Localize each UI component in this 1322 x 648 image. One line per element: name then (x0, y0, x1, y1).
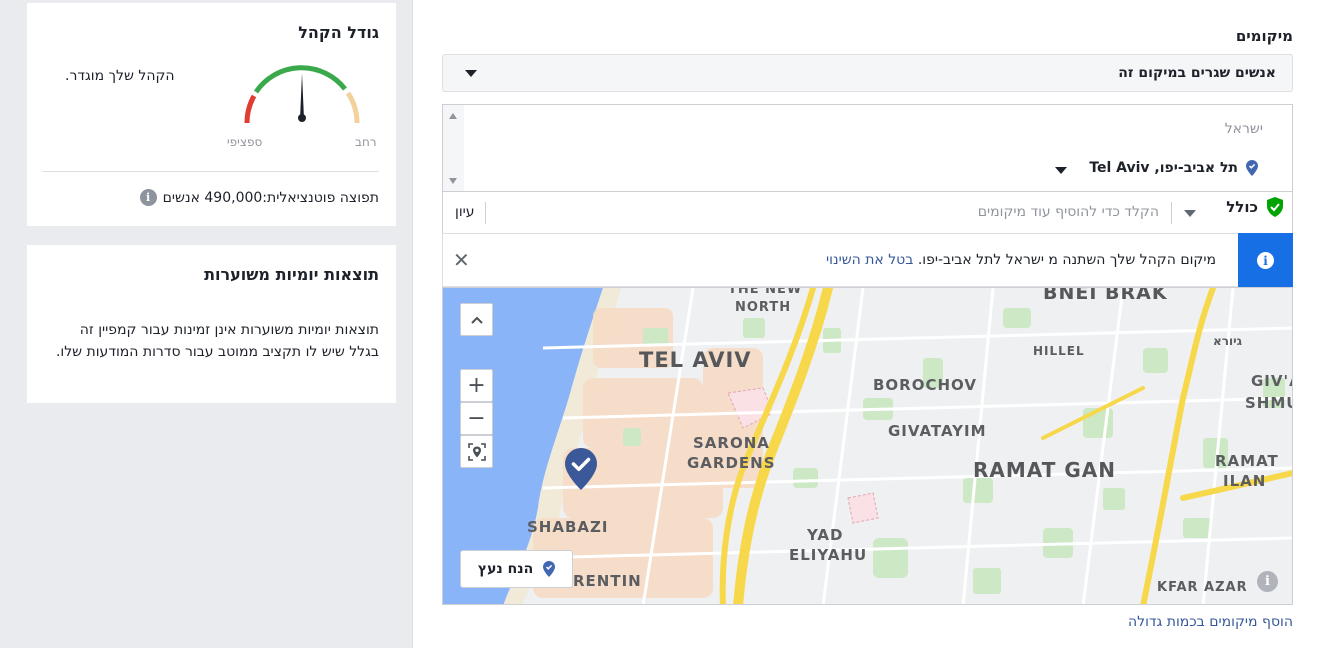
locations-title: מיקומים (1235, 27, 1293, 45)
separator (485, 202, 486, 224)
map-label: RENTIN (573, 572, 642, 590)
browse-button[interactable]: עיון (455, 204, 475, 220)
map-label: NORTH (735, 300, 792, 315)
notice-message: מיקום הקהל שלך השתנה מ ישראל לתל אביב-יפ… (917, 252, 1216, 268)
add-location-input[interactable]: הקלד כדי להוסיף עוד מיקומים (978, 204, 1159, 220)
info-icon[interactable]: i (1257, 571, 1278, 592)
undo-change-link[interactable]: בטל את השינוי (826, 252, 913, 268)
chevron-up-icon (470, 316, 483, 324)
map-label: GIVATAYIM (888, 422, 987, 440)
close-icon[interactable]: ✕ (453, 248, 470, 272)
zoom-out-button[interactable]: − (460, 402, 493, 435)
notice-text: מיקום הקהל שלך השתנה מ ישראל לתל אביב-יפ… (826, 252, 1216, 268)
audience-description: הקהל שלך מוגדר. (65, 68, 175, 84)
info-icon[interactable]: i (139, 189, 157, 206)
divider (42, 171, 379, 172)
info-icon: i (1257, 252, 1274, 269)
audience-size-card: גודל הקהל ספציפי רחב הקהל שלך מוגדר. תפו… (27, 3, 396, 226)
drop-pin-label: הנח נעץ (477, 561, 534, 577)
include-label: כולל (1226, 198, 1258, 216)
location-marker-icon[interactable] (565, 448, 597, 490)
map-label: SARONA (693, 434, 770, 452)
map-label: TEL AVIV (639, 348, 752, 372)
location-change-notice: i מיקום הקהל שלך השתנה מ ישראל לתל אביב-… (442, 233, 1293, 288)
country-group-label: ישראל (1224, 121, 1263, 137)
map-label: YAD (807, 526, 844, 544)
map-label: BOROCHOV (873, 376, 978, 394)
selected-location-name: תל אביב-יפו, Tel Aviv (1089, 160, 1238, 176)
add-locations-bulk-link[interactable]: הוסף מיקומים בכמות גדולה (1128, 614, 1293, 630)
map-label: גיורא (1213, 334, 1242, 348)
map-label: HILLEL (1033, 344, 1085, 358)
daily-results-text: תוצאות יומיות משוערות אינן זמינות עבור ק… (55, 322, 379, 360)
include-location-row: כולל הקלד כדי להוסיף עוד מיקומים עיון (442, 191, 1293, 234)
map-label: SHABAZI (527, 518, 609, 536)
map-label: ILAN (1223, 472, 1267, 490)
map-label: GARDENS (687, 454, 776, 472)
location-pin-icon (543, 561, 556, 577)
gauge-needle (300, 73, 304, 119)
map-label: THE NEW (728, 287, 803, 297)
audience-size-title: גודל הקהל (298, 23, 379, 42)
location-type-value: אנשים שגרים במיקום זה (1118, 65, 1276, 81)
notice-icon-box: i (1238, 233, 1293, 288)
map-label: BNEI BRAK (1043, 287, 1168, 304)
locations-panel: מיקומים אנשים שגרים במיקום זה ישראל תל א… (412, 0, 1322, 648)
map-label: SHMUEL (1245, 394, 1292, 412)
scroll-down-icon[interactable] (449, 178, 457, 184)
gauge-broad-label: רחב (355, 135, 377, 149)
map-collapse-button[interactable] (460, 303, 493, 336)
recenter-button[interactable] (460, 435, 493, 468)
map-label: ELIYAHU (789, 546, 868, 564)
scrollbar[interactable] (443, 105, 464, 192)
include-selector[interactable]: כולל (1226, 197, 1284, 217)
location-type-select[interactable]: אנשים שגרים במיקום זה (442, 54, 1293, 92)
gauge-specific-label: ספציפי (227, 135, 263, 149)
map-label: KFAR AZAR (1157, 580, 1248, 595)
zoom-in-button[interactable]: + (460, 369, 493, 402)
potential-reach: תפוצה פוטנציאלית:490,000 אנשים i (139, 189, 379, 206)
chevron-down-icon[interactable] (1055, 166, 1068, 174)
scroll-up-icon[interactable] (449, 113, 457, 119)
separator (1171, 202, 1172, 224)
potential-reach-text: תפוצה פוטנציאלית:490,000 אנשים (162, 189, 379, 206)
location-pin-icon (1246, 160, 1258, 176)
audience-gauge (244, 65, 360, 124)
selected-location-item[interactable]: תל אביב-יפו, Tel Aviv (1055, 160, 1258, 176)
daily-results-card: תוצאות יומיות משוערות תוצאות יומיות משוע… (27, 245, 396, 403)
selected-locations-list: ישראל תל אביב-יפו, Tel Aviv (442, 104, 1293, 192)
location-map[interactable]: THE NEW NORTH TEL AVIV BNEI BRAK HILLEL … (442, 287, 1293, 605)
map-label: RAMAT GAN (973, 458, 1116, 482)
locate-icon (467, 442, 486, 461)
chevron-down-icon[interactable] (1184, 210, 1196, 217)
map-label: GIV'AT (1251, 372, 1292, 390)
drop-pin-button[interactable]: הנח נעץ (460, 550, 573, 588)
include-check-icon (1267, 197, 1283, 217)
chevron-down-icon (465, 70, 477, 77)
daily-results-title: תוצאות יומיות משוערות (204, 265, 379, 284)
map-label: RAMAT (1215, 452, 1279, 470)
